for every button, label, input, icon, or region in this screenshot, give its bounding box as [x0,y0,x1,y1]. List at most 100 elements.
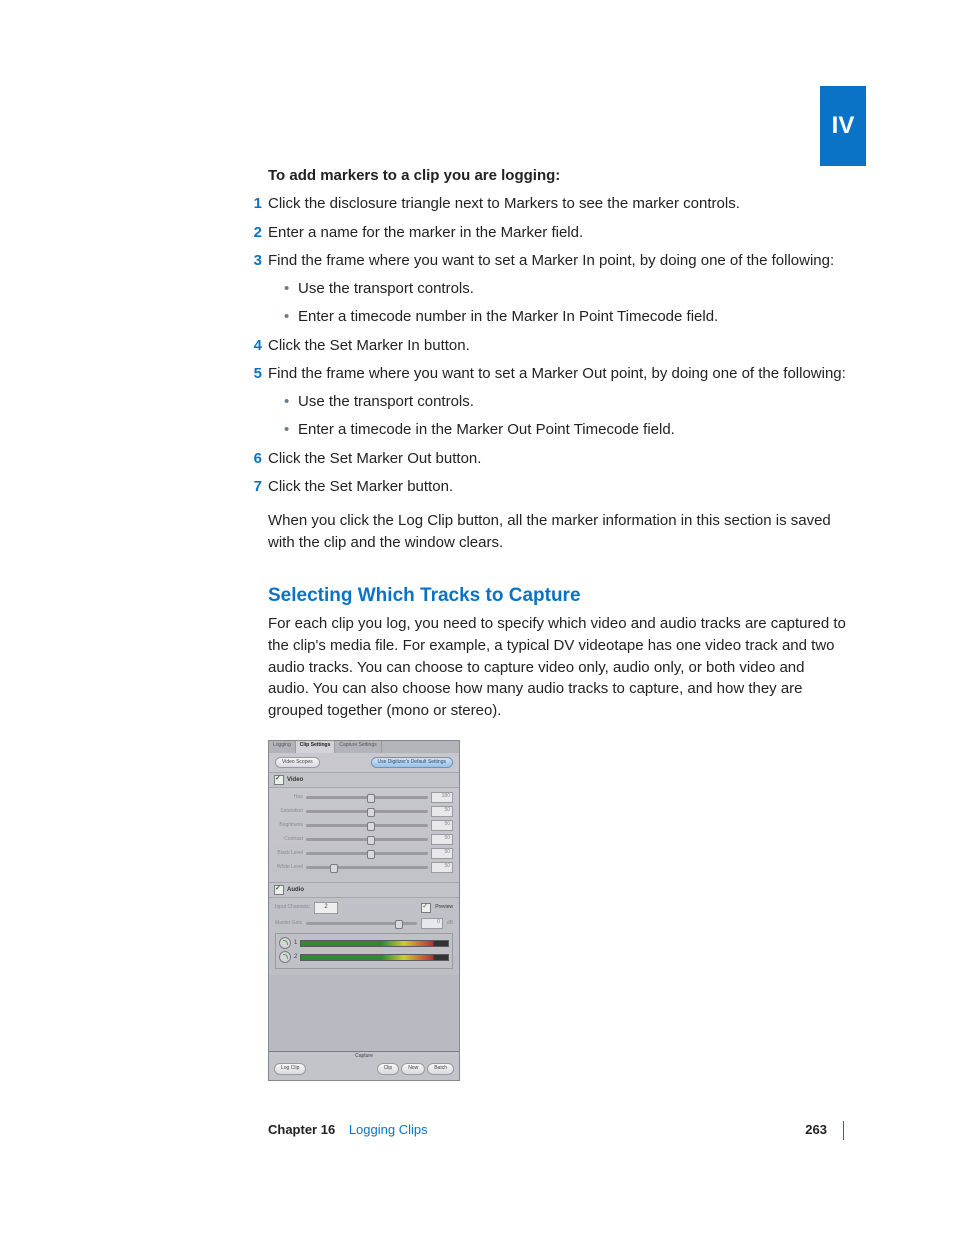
step-6: 6Click the Set Marker Out button. [268,448,848,470]
slider-thumb[interactable] [367,850,375,859]
speaker-icon[interactable] [279,951,291,963]
audio-label: Audio [287,886,304,895]
slider-track[interactable] [306,796,428,799]
preview-checkbox[interactable] [421,903,431,913]
tab-row: Logging Clip Settings Capture Settings [269,741,459,753]
slider-label: Contrast [275,836,303,843]
step-number: 7 [246,476,262,498]
audio-body: Input Channels: 2 Preview Master Gain 0 … [269,898,459,975]
step-number: 5 [246,363,262,385]
step-number: 3 [246,250,262,272]
capture-footer: Capture Log Clip Clip Now Batch [269,1051,459,1080]
log-clip-button[interactable]: Log Clip [274,1063,306,1074]
panel-empty-area [269,975,459,1051]
step-3: 3Find the frame where you want to set a … [268,250,848,327]
master-gain-value[interactable]: 0 [421,918,443,929]
main-content: To add markers to a clip you are logging… [268,165,848,1081]
procedure-heading: To add markers to a clip you are logging… [268,165,848,187]
slider-thumb[interactable] [367,822,375,831]
step-5: 5Find the frame where you want to set a … [268,363,848,440]
step-text: Click the Set Marker Out button. [268,450,481,467]
slider-label: White Level [275,864,303,871]
channel-number: 2 [294,953,297,962]
master-gain-slider[interactable] [306,922,417,925]
black-level-slider[interactable]: Black Level 50 [275,848,453,859]
video-label: Video [287,776,303,785]
channel-number: 1 [294,939,297,948]
step-text: Click the Set Marker In button. [268,337,470,354]
slider-thumb[interactable] [330,864,338,873]
contrast-slider[interactable]: Contrast 50 [275,834,453,845]
audio-meter-2: 2 [279,951,449,963]
slider-track[interactable] [306,866,428,869]
video-section-header: Video [269,772,459,788]
list-item: Use the transport controls. [284,391,848,413]
step-text: Click the disclosure triangle next to Ma… [268,195,740,212]
chapter-label: Chapter 16 [268,1122,335,1137]
tab-capture-settings[interactable]: Capture Settings [335,741,381,753]
slider-value[interactable]: 50 [431,834,453,845]
slider-track[interactable] [306,852,428,855]
part-tab: IV [820,86,866,166]
list-item: Enter a timecode number in the Marker In… [284,306,848,328]
step-text: Find the frame where you want to set a M… [268,252,834,269]
step-3-bullets: Use the transport controls. Enter a time… [284,278,848,328]
slider-track[interactable] [306,810,428,813]
slider-thumb[interactable] [395,920,403,929]
step-1: 1Click the disclosure triangle next to M… [268,193,848,215]
level-meter [300,954,449,961]
audio-meters: 1 2 [275,933,453,969]
brightness-slider[interactable]: Brightness 50 [275,820,453,831]
slider-value[interactable]: 50 [431,862,453,873]
page-footer: Chapter 16 Logging Clips 263 [268,1121,844,1140]
saturation-slider[interactable]: Saturation 50 [275,806,453,817]
slider-value[interactable]: 50 [431,848,453,859]
video-checkbox[interactable] [274,775,284,785]
slider-thumb[interactable] [367,794,375,803]
slider-label: Brightness [275,822,303,829]
input-channels-spinner[interactable]: 2 [314,902,338,914]
slider-thumb[interactable] [367,836,375,845]
tab-clip-settings[interactable]: Clip Settings [296,741,336,753]
slider-track[interactable] [306,838,428,841]
step-text: Enter a name for the marker in the Marke… [268,224,583,241]
chapter-title: Logging Clips [349,1122,428,1137]
video-sliders: Hue 180 Saturation 50 Brightness 50 Cont… [269,788,459,882]
step-4: 4Click the Set Marker In button. [268,335,848,357]
procedure-result: When you click the Log Clip button, all … [268,510,848,554]
capture-clip-button[interactable]: Clip [377,1063,400,1074]
section-heading: Selecting Which Tracks to Capture [268,582,848,610]
step-2: 2Enter a name for the marker in the Mark… [268,222,848,244]
step-5-bullets: Use the transport controls. Enter a time… [284,391,848,441]
slider-label: Saturation [275,808,303,815]
slider-value[interactable]: 180 [431,792,453,803]
capture-batch-button[interactable]: Batch [427,1063,454,1074]
audio-checkbox[interactable] [274,885,284,895]
step-number: 2 [246,222,262,244]
slider-label: Hue [275,794,303,801]
speaker-icon[interactable] [279,937,291,949]
slider-label: Black Level [275,850,303,857]
input-channels-label: Input Channels: [275,904,310,911]
step-7: 7Click the Set Marker button. [268,476,848,498]
tab-logging[interactable]: Logging [269,741,296,753]
slider-value[interactable]: 50 [431,820,453,831]
steps-list: 1Click the disclosure triangle next to M… [268,193,848,498]
slider-thumb[interactable] [367,808,375,817]
list-item: Use the transport controls. [284,278,848,300]
video-scopes-button[interactable]: Video Scopes [275,757,320,768]
use-digitizer-default-button[interactable]: Use Digitizer's Default Settings [371,757,453,768]
master-gain-label: Master Gain [275,920,302,927]
slider-value[interactable]: 50 [431,806,453,817]
step-text: Find the frame where you want to set a M… [268,365,846,382]
list-item: Enter a timecode in the Marker Out Point… [284,419,848,441]
preview-label: Preview [435,904,453,911]
capture-label: Capture [355,1053,373,1059]
hue-slider[interactable]: Hue 180 [275,792,453,803]
audio-meter-1: 1 [279,937,449,949]
slider-track[interactable] [306,824,428,827]
white-level-slider[interactable]: White Level 50 [275,862,453,873]
capture-now-button[interactable]: Now [401,1063,425,1074]
section-body: For each clip you log, you need to speci… [268,613,848,722]
step-number: 1 [246,193,262,215]
